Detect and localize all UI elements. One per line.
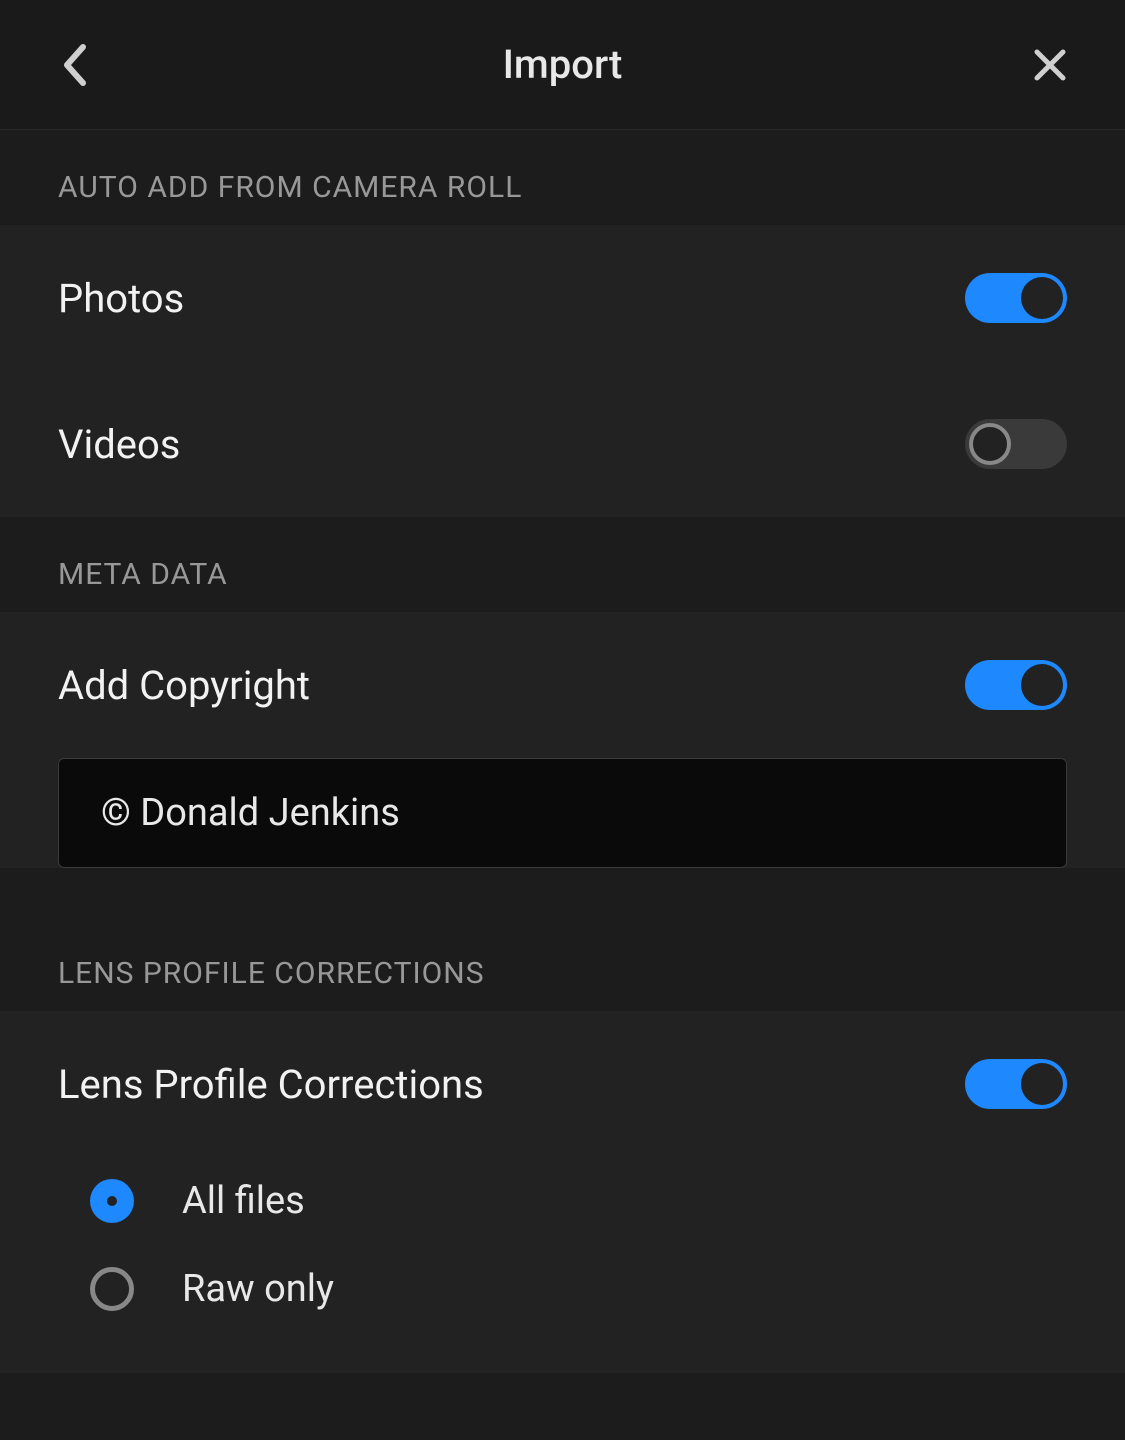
videos-toggle[interactable] xyxy=(965,419,1067,469)
radio-all-files[interactable]: All files xyxy=(90,1157,1067,1245)
radio-raw-only[interactable]: Raw only xyxy=(90,1245,1067,1333)
lens-corrections-label: Lens Profile Corrections xyxy=(58,1061,484,1108)
toggle-knob xyxy=(969,423,1011,465)
toggle-knob xyxy=(1021,664,1063,706)
section-header-text: META DATA xyxy=(58,557,1067,592)
section-header-auto-add: AUTO ADD FROM CAMERA ROLL xyxy=(0,130,1125,225)
radio-label: Raw only xyxy=(182,1267,334,1311)
lens-corrections-row: Lens Profile Corrections xyxy=(0,1011,1125,1157)
copyright-toggle[interactable] xyxy=(965,660,1067,710)
videos-label: Videos xyxy=(58,421,180,468)
section-header-text: LENS PROFILE CORRECTIONS xyxy=(58,956,1067,991)
lens-block: Lens Profile Corrections All files Raw o… xyxy=(0,1011,1125,1373)
toggle-knob xyxy=(1021,277,1063,319)
lens-corrections-toggle[interactable] xyxy=(965,1059,1067,1109)
section-header-metadata: META DATA xyxy=(0,517,1125,612)
copyright-input[interactable]: © Donald Jenkins xyxy=(58,758,1067,868)
page-title: Import xyxy=(100,41,1025,88)
photos-row: Photos xyxy=(0,225,1125,371)
auto-add-block: Photos Videos xyxy=(0,225,1125,517)
section-header-text: AUTO ADD FROM CAMERA ROLL xyxy=(58,170,1067,205)
lens-radio-group: All files Raw only xyxy=(0,1157,1125,1373)
chevron-left-icon xyxy=(61,43,89,87)
copyright-label: Add Copyright xyxy=(58,662,310,709)
radio-button-unselected xyxy=(90,1267,134,1311)
close-button[interactable] xyxy=(1025,40,1075,90)
videos-row: Videos xyxy=(0,371,1125,517)
back-button[interactable] xyxy=(50,40,100,90)
copyright-row: Add Copyright xyxy=(0,612,1125,758)
photos-label: Photos xyxy=(58,275,184,322)
radio-button-selected xyxy=(90,1179,134,1223)
photos-toggle[interactable] xyxy=(965,273,1067,323)
toggle-knob xyxy=(1021,1063,1063,1105)
metadata-block: Add Copyright © Donald Jenkins xyxy=(0,612,1125,868)
radio-label: All files xyxy=(182,1179,305,1223)
header-bar: Import xyxy=(0,0,1125,130)
close-icon xyxy=(1032,47,1068,83)
section-header-lens: LENS PROFILE CORRECTIONS xyxy=(0,916,1125,1011)
